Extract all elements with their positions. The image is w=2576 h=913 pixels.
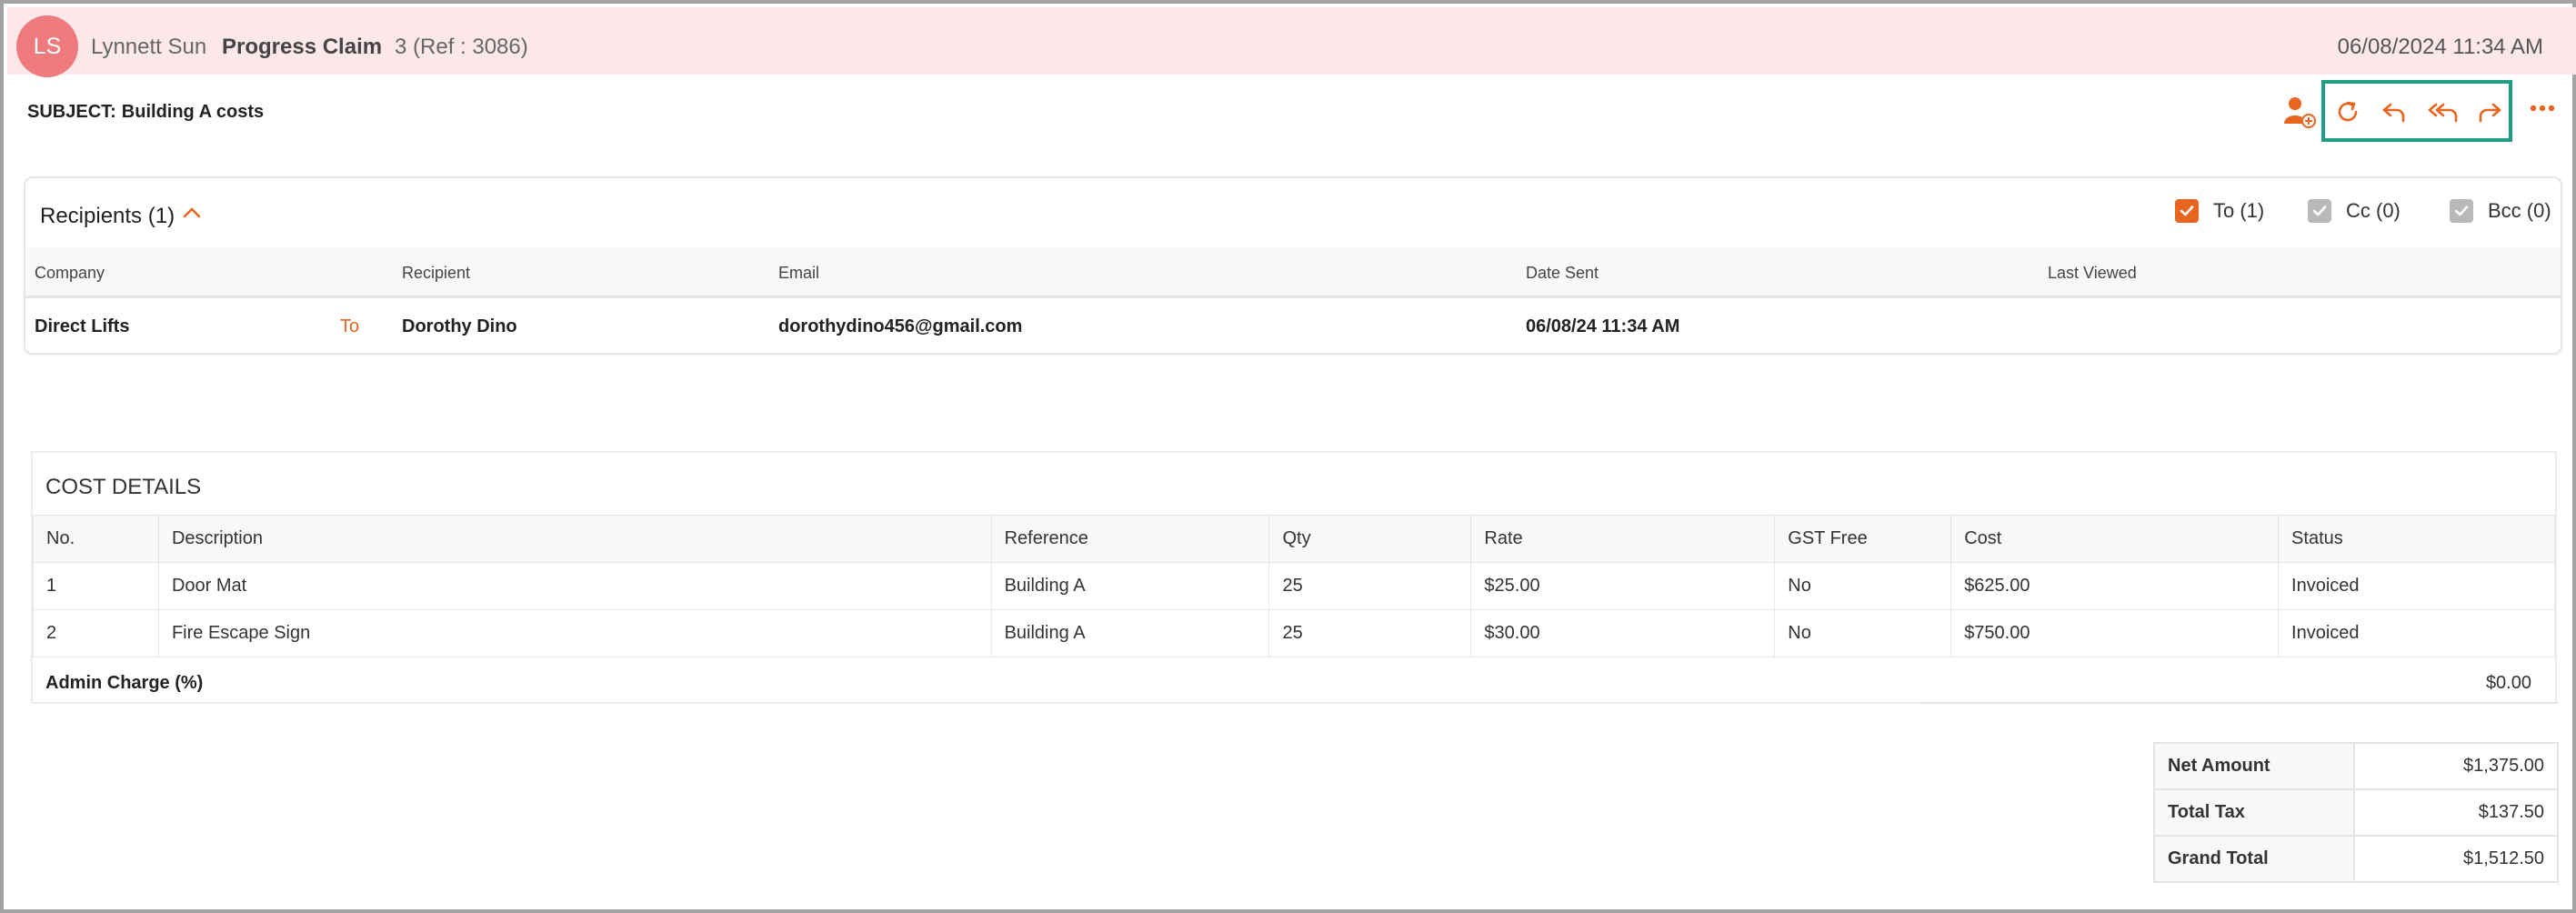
assign-user-button[interactable] xyxy=(2281,95,2318,131)
reply-button[interactable] xyxy=(2381,98,2408,125)
column-header: Date Sent xyxy=(1526,264,1599,282)
column-header: Status xyxy=(2278,515,2555,563)
avatar[interactable]: LS xyxy=(16,15,78,77)
column-header: Description xyxy=(157,515,992,563)
recipients-panel: Recipients (1) To (1) Cc (0) Bcc (0) Com… xyxy=(24,176,2562,355)
subject-text: Building A costs xyxy=(121,102,265,122)
column-header: Last Viewed xyxy=(2048,264,2137,282)
document-reference: 3 (Ref : 3086) xyxy=(395,35,528,59)
recipient-date-sent: 06/08/24 11:34 AM xyxy=(1526,316,1680,336)
cell-rate: $30.00 xyxy=(1470,609,1776,657)
total-tax-label: Total Tax xyxy=(2153,788,2355,837)
cell-no: 1 xyxy=(33,562,159,610)
refresh-button[interactable] xyxy=(2334,98,2361,125)
recipients-title: Recipients (1) xyxy=(40,204,175,228)
filter-cc-label: Cc (0) xyxy=(2346,199,2401,222)
totals-table: Net Amount $1,375.00 Total Tax $137.50 G… xyxy=(2153,742,2559,883)
assign-user-icon xyxy=(2284,97,2316,128)
cost-details-title: COST DETAILS xyxy=(45,475,202,499)
table-row: 2 Fire Escape Sign Building A 25 $30.00 … xyxy=(33,609,2555,657)
refresh-icon xyxy=(2338,101,2358,122)
filter-bcc-label: Bcc (0) xyxy=(2488,199,2551,222)
column-header: Qty xyxy=(1268,515,1472,563)
cell-gst-free: No xyxy=(1774,609,1952,657)
column-header: Recipient xyxy=(402,264,471,282)
cell-status: Invoiced xyxy=(2278,562,2555,610)
cell-reference: Building A xyxy=(990,609,1270,657)
cell-rate: $25.00 xyxy=(1470,562,1776,610)
column-header: No. xyxy=(33,515,159,563)
divider xyxy=(1920,702,2559,704)
filter-bcc[interactable]: Bcc (0) xyxy=(2450,199,2551,223)
checkbox-checked-icon xyxy=(2450,199,2473,223)
grand-total-value: $1,512.50 xyxy=(2353,835,2559,883)
collapse-recipients-button[interactable] xyxy=(182,206,202,220)
net-amount-value: $1,375.00 xyxy=(2353,742,2559,790)
cell-status: Invoiced xyxy=(2278,609,2555,657)
cell-cost: $625.00 xyxy=(1950,562,2280,610)
checkbox-checked-icon xyxy=(2308,199,2331,223)
totals-row: Grand Total $1,512.50 xyxy=(2153,835,2559,883)
recipient-company: Direct Lifts xyxy=(35,316,130,336)
admin-charge-value: $0.00 xyxy=(2485,673,2531,693)
recipient-email[interactable]: dorothydino456@gmail.com xyxy=(778,316,1022,337)
admin-charge-row: Admin Charge (%) $0.00 xyxy=(33,660,2555,704)
filter-to[interactable]: To (1) xyxy=(2175,199,2264,223)
cell-reference: Building A xyxy=(990,562,1270,610)
column-header: Reference xyxy=(990,515,1270,563)
filter-cc[interactable]: Cc (0) xyxy=(2308,199,2401,223)
document-type: Progress Claim xyxy=(222,35,383,59)
reply-icon xyxy=(2382,103,2405,123)
sender-name: Lynnett Sun xyxy=(91,35,207,59)
header-datetime: 06/08/2024 11:34 AM xyxy=(2337,35,2543,59)
column-header: Rate xyxy=(1470,515,1776,563)
column-header: GST Free xyxy=(1774,515,1952,563)
cost-details-panel: COST DETAILS No. Description Reference Q… xyxy=(31,451,2557,704)
totals-row: Net Amount $1,375.00 xyxy=(2153,742,2559,790)
cell-qty: 25 xyxy=(1268,562,1472,610)
reply-all-button[interactable] xyxy=(2427,98,2461,125)
message-header: LS Lynnett Sun Progress Claim 3 (Ref : 3… xyxy=(7,7,2576,77)
admin-charge-label: Admin Charge (%) xyxy=(45,673,204,693)
cell-gst-free: No xyxy=(1774,562,1952,610)
totals-row: Total Tax $137.50 xyxy=(2153,788,2559,837)
table-row: 1 Door Mat Building A 25 $25.00 No $625.… xyxy=(33,562,2555,610)
recipient-name: Dorothy Dino xyxy=(402,316,517,336)
cell-cost: $750.00 xyxy=(1950,609,2280,657)
cost-details-table: No. Description Reference Qty Rate GST F… xyxy=(33,515,2555,657)
subject-line: SUBJECT: Building A costs xyxy=(27,102,264,123)
cell-description: Door Mat xyxy=(157,562,992,610)
recipients-table-header: Company Recipient Email Date Sent Last V… xyxy=(25,247,2561,298)
net-amount-label: Net Amount xyxy=(2153,742,2355,790)
filter-to-label: To (1) xyxy=(2213,199,2265,222)
cell-no: 2 xyxy=(33,609,159,657)
grand-total-label: Grand Total xyxy=(2153,835,2355,883)
column-header: Email xyxy=(778,264,820,282)
chevron-up-icon xyxy=(183,207,201,218)
subject-label: SUBJECT: xyxy=(27,102,116,122)
total-tax-value: $137.50 xyxy=(2353,788,2559,837)
cost-table-header: No. Description Reference Qty Rate GST F… xyxy=(33,515,2555,563)
reply-all-icon xyxy=(2428,103,2458,123)
forward-button[interactable] xyxy=(2476,98,2503,125)
message-actions-toolbar xyxy=(2321,80,2512,142)
checkbox-checked-icon xyxy=(2175,199,2199,223)
more-options-icon xyxy=(2530,105,2555,112)
window-frame: LS Lynnett Sun Progress Claim 3 (Ref : 3… xyxy=(0,0,2576,913)
column-header: Company xyxy=(35,264,105,282)
cell-description: Fire Escape Sign xyxy=(157,609,992,657)
more-options-button[interactable] xyxy=(2524,95,2561,122)
column-header: Cost xyxy=(1950,515,2280,563)
forward-icon xyxy=(2479,103,2501,123)
recipient-type-tag: To xyxy=(340,316,360,336)
cell-qty: 25 xyxy=(1268,609,1472,657)
